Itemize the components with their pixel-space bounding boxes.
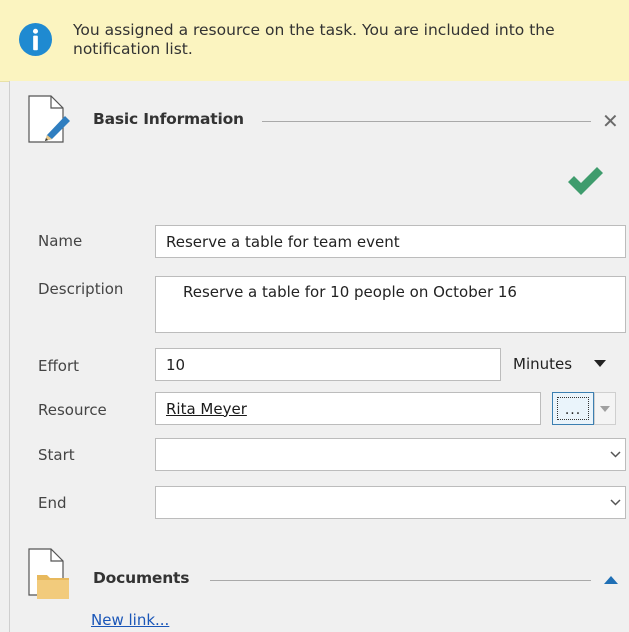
dropdown-arrow-icon (594, 360, 607, 367)
effort-field[interactable]: 10 (155, 348, 501, 381)
name-value: Reserve a table for team event (166, 232, 400, 251)
resource-field[interactable]: Rita Meyer (155, 392, 541, 425)
basic-information-title: Basic Information (93, 110, 244, 128)
effort-unit-dropdown[interactable]: Minutes (513, 355, 607, 373)
start-date-dropdown[interactable] (604, 438, 626, 471)
description-field[interactable]: Reserve a table for 10 people on October… (155, 276, 626, 333)
description-value: Reserve a table for 10 people on October… (183, 283, 517, 301)
end-date-field[interactable] (155, 486, 626, 519)
info-icon (18, 22, 53, 57)
folder-document-icon (28, 548, 69, 599)
start-label: Start (38, 446, 75, 464)
description-label: Description (38, 280, 124, 298)
name-label: Name (38, 232, 83, 250)
collapse-icon[interactable] (604, 575, 618, 584)
chevron-down-icon (600, 405, 610, 412)
resource-browse-button[interactable]: ... (552, 392, 594, 425)
save-check-icon[interactable] (566, 166, 604, 196)
chevron-down-icon (609, 451, 621, 458)
notification-message: You assigned a resource on the task. You… (73, 21, 555, 58)
close-icon[interactable]: ✕ (602, 111, 619, 131)
resource-value[interactable]: Rita Meyer (166, 400, 247, 418)
effort-unit-value: Minutes (513, 355, 573, 373)
effort-value: 10 (166, 355, 186, 374)
chevron-down-icon (609, 499, 621, 506)
documents-header: Documents (10, 547, 629, 607)
basic-information-header: Basic Information ✕ (10, 94, 629, 154)
name-field[interactable]: Reserve a table for team event (155, 225, 626, 258)
start-date-field[interactable] (155, 438, 626, 471)
resource-browse-label: ... (557, 397, 589, 420)
section-divider (262, 121, 591, 122)
effort-label: Effort (38, 357, 80, 375)
new-link[interactable]: New link... (91, 611, 169, 629)
task-panel: Basic Information ✕ Name Reserve a table… (9, 81, 629, 632)
edit-document-icon (28, 95, 70, 143)
resource-dropdown-button[interactable] (594, 392, 616, 425)
documents-title: Documents (93, 569, 190, 587)
resource-label: Resource (38, 401, 107, 419)
end-date-dropdown[interactable] (604, 486, 626, 519)
section-divider (210, 580, 591, 581)
end-label: End (38, 494, 67, 512)
notification-bar: You assigned a resource on the task. You… (0, 0, 629, 82)
